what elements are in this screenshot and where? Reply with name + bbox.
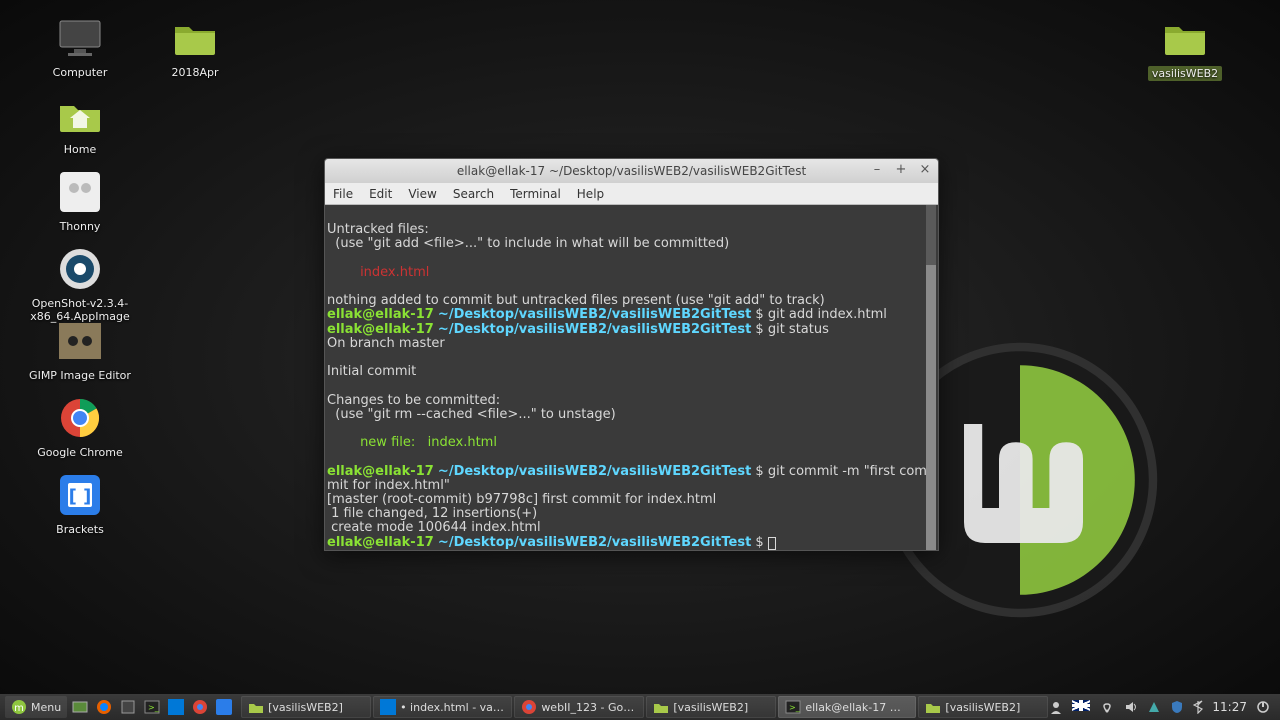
svg-text:>_: >_: [148, 703, 160, 712]
launcher-terminal[interactable]: >_: [141, 696, 163, 718]
taskbar-window-6[interactable]: [vasilisWEB2]: [918, 696, 1048, 718]
folder-icon: [248, 699, 264, 715]
keyboard-layout-indicator[interactable]: [1072, 700, 1090, 714]
terminal-window: ellak@ellak-17 ~/Desktop/vasilisWEB2/vas…: [324, 158, 939, 551]
taskbar-window-4[interactable]: [vasilisWEB2]: [646, 696, 776, 718]
close-button[interactable]: ×: [918, 162, 932, 176]
label: [vasilisWEB2]: [945, 701, 1020, 714]
label: Menu: [31, 701, 61, 714]
desktop-icon-computer[interactable]: Computer: [15, 10, 145, 83]
updates-icon[interactable]: [1147, 700, 1161, 714]
window-title: ellak@ellak-17 ~/Desktop/vasilisWEB2/vas…: [457, 164, 806, 178]
session-icon[interactable]: [1256, 700, 1270, 714]
chrome-icon: [192, 699, 208, 715]
desktop-icon: [72, 699, 88, 715]
menu-button[interactable]: m Menu: [5, 696, 67, 718]
menu-edit[interactable]: Edit: [369, 187, 392, 201]
titlebar[interactable]: ellak@ellak-17 ~/Desktop/vasilisWEB2/vas…: [325, 159, 938, 183]
gimp-icon: [56, 317, 104, 365]
mint-menu-icon: m: [11, 699, 27, 715]
desktop-icon-thonny[interactable]: Thonny: [15, 164, 145, 237]
vscode-icon: [380, 699, 396, 715]
brackets-icon: [ ]: [56, 471, 104, 519]
desktop-icon-2018apr[interactable]: 2018Apr: [130, 10, 260, 83]
launcher-vscode[interactable]: [165, 696, 187, 718]
menu-terminal[interactable]: Terminal: [510, 187, 561, 201]
label: GIMP Image Editor: [29, 369, 131, 382]
taskbar-window-5[interactable]: >_ ellak@ellak-17 ~/…: [778, 696, 916, 718]
label: [vasilisWEB2]: [268, 701, 343, 714]
taskbar-window-2[interactable]: • index.html - vas…: [373, 696, 512, 718]
terminal-icon: >_: [785, 699, 801, 715]
menu-file[interactable]: File: [333, 187, 353, 201]
desktop-icon-chrome[interactable]: Google Chrome: [15, 390, 145, 463]
desktop-icon-vasilisweb2[interactable]: vasilisWEB2: [1140, 10, 1230, 85]
launcher-firefox[interactable]: [93, 696, 115, 718]
label: Computer: [53, 66, 108, 79]
folder-icon: [1161, 14, 1209, 62]
menubar: File Edit View Search Terminal Help: [325, 183, 938, 205]
shield-icon[interactable]: [1170, 700, 1184, 714]
system-tray: 11:27: [1049, 700, 1276, 714]
home-folder-icon: [56, 91, 104, 139]
volume-icon[interactable]: [1124, 700, 1138, 714]
clock[interactable]: 11:27: [1212, 700, 1247, 714]
launcher-files[interactable]: [117, 696, 139, 718]
openshot-icon: [56, 245, 104, 293]
label: ellak@ellak-17 ~/…: [805, 701, 909, 714]
svg-text:m: m: [14, 703, 24, 714]
show-desktop-button[interactable]: [69, 696, 91, 718]
launcher-chrome[interactable]: [189, 696, 211, 718]
folder-icon: [925, 699, 941, 715]
user-icon[interactable]: [1049, 700, 1063, 714]
menu-help[interactable]: Help: [577, 187, 604, 201]
menu-view[interactable]: View: [408, 187, 436, 201]
cursor: [768, 537, 776, 550]
folder-icon: [653, 699, 669, 715]
chrome-icon: [56, 394, 104, 442]
label: [vasilisWEB2]: [673, 701, 748, 714]
brackets-icon: [216, 699, 232, 715]
vscode-icon: [168, 699, 184, 715]
chrome-icon: [521, 699, 537, 715]
terminal-icon: >_: [144, 699, 160, 715]
minimize-button[interactable]: –: [870, 162, 884, 176]
bluetooth-icon[interactable]: [1193, 700, 1203, 714]
label: Brackets: [56, 523, 104, 536]
desktop-icon-gimp[interactable]: GIMP Image Editor: [15, 313, 145, 386]
folder-icon: [171, 14, 219, 62]
label: Thonny: [60, 220, 101, 233]
thonny-icon: [56, 168, 104, 216]
label: Google Chrome: [37, 446, 122, 459]
label: Home: [64, 143, 96, 156]
label: webII_123 - Goo…: [541, 701, 637, 714]
svg-text:>_: >_: [789, 703, 801, 712]
svg-text:[ ]: [ ]: [69, 486, 92, 507]
terminal-body[interactable]: Untracked files: (use "git add <file>...…: [325, 205, 938, 550]
taskbar: m Menu >_ [vasilisWEB2] • index.html - v…: [0, 694, 1280, 720]
maximize-button[interactable]: +: [894, 162, 908, 176]
wifi-icon[interactable]: [1099, 700, 1115, 714]
scrollbar[interactable]: [926, 205, 936, 550]
taskbar-window-1[interactable]: [vasilisWEB2]: [241, 696, 371, 718]
desktop-icon-home[interactable]: Home: [15, 87, 145, 160]
monitor-icon: [56, 14, 104, 62]
taskbar-window-3[interactable]: webII_123 - Goo…: [514, 696, 644, 718]
menu-search[interactable]: Search: [453, 187, 494, 201]
desktop-icon-openshot[interactable]: OpenShot-v2.3.4-x86_64.AppImage: [15, 241, 145, 327]
label: • index.html - vas…: [400, 701, 505, 714]
launcher-brackets[interactable]: [213, 696, 235, 718]
label: 2018Apr: [171, 66, 218, 79]
files-icon: [120, 699, 136, 715]
desktop-icon-brackets[interactable]: [ ] Brackets: [15, 467, 145, 540]
label: vasilisWEB2: [1148, 66, 1222, 81]
firefox-icon: [96, 699, 112, 715]
line: Untracked files: (use "git add <file>...…: [327, 209, 936, 550]
